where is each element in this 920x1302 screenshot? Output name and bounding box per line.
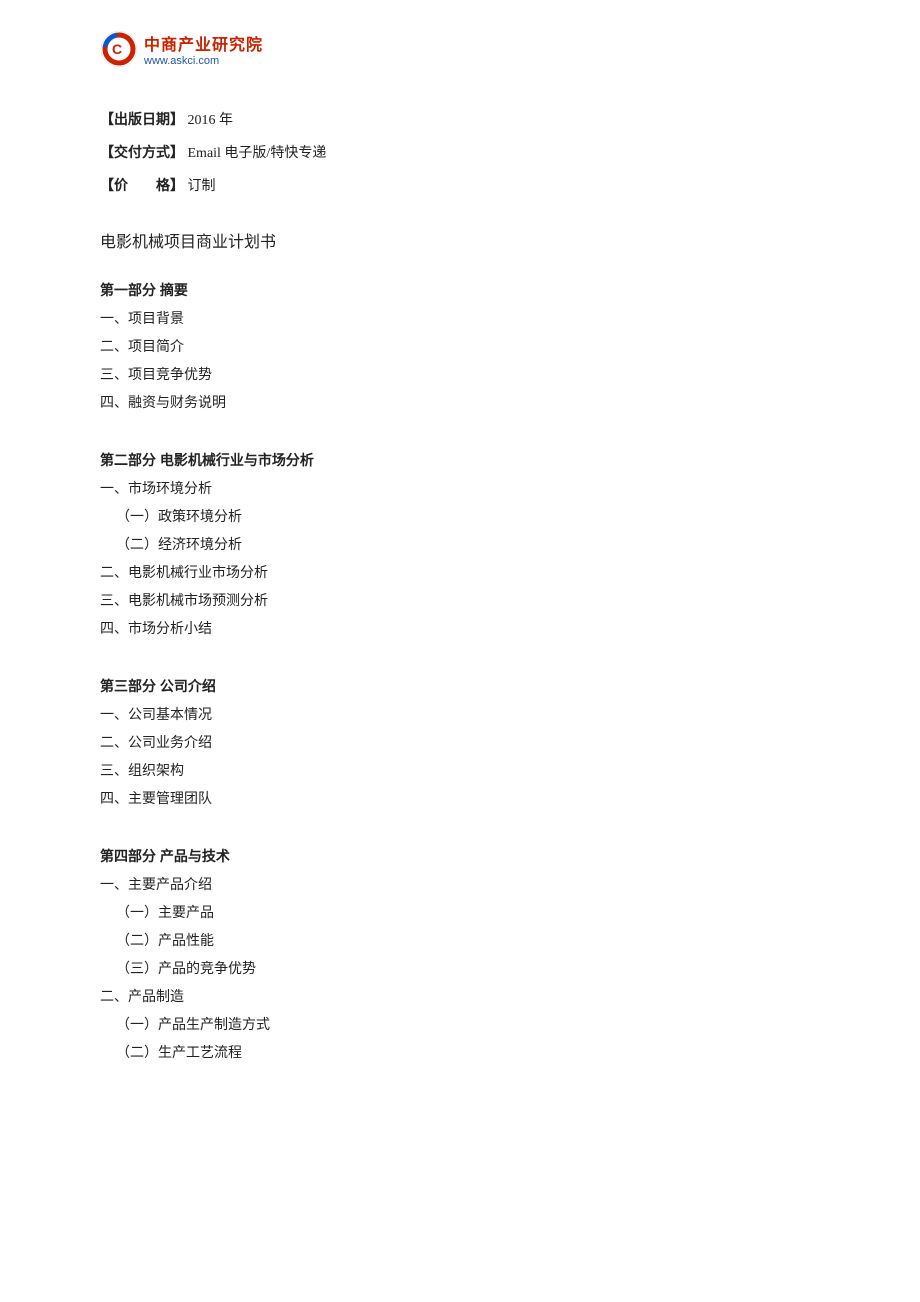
logo-icon: C xyxy=(100,30,138,68)
toc-item: 二、电影机械行业市场分析 xyxy=(100,560,820,588)
meta-label-date: 【出版日期】 xyxy=(100,113,184,128)
meta-row-price: 【价 格】 订制 xyxy=(100,174,820,199)
toc-item: 一、主要产品介绍 xyxy=(100,872,820,900)
toc-item: 三、电影机械市场预测分析 xyxy=(100,588,820,616)
toc-section-header: 第三部分 公司介绍 xyxy=(100,676,820,696)
toc-item: 四、融资与财务说明 xyxy=(100,390,820,418)
meta-row-delivery: 【交付方式】 Email 电子版/特快专递 xyxy=(100,141,820,166)
doc-title: 电影机械项目商业计划书 xyxy=(100,228,820,252)
toc-item-indent: （一）产品生产制造方式 xyxy=(116,1012,820,1040)
meta-label-price: 【价 格】 xyxy=(100,179,184,194)
toc-item: 三、项目竞争优势 xyxy=(100,362,820,390)
logo-url: www.askci.com xyxy=(144,55,263,67)
toc-item: 二、项目简介 xyxy=(100,334,820,362)
meta-value-delivery: Email 电子版/特快专递 xyxy=(188,146,327,161)
toc-item-indent: （一）政策环境分析 xyxy=(116,504,820,532)
toc-item: 一、市场环境分析 xyxy=(100,476,820,504)
toc-item: 四、主要管理团队 xyxy=(100,786,820,814)
toc-section-header: 第二部分 电影机械行业与市场分析 xyxy=(100,450,820,470)
toc-section-header: 第一部分 摘要 xyxy=(100,280,820,300)
meta-section: 【出版日期】 2016 年 【交付方式】 Email 电子版/特快专递 【价 格… xyxy=(100,108,820,200)
toc-item-indent: （三）产品的竞争优势 xyxy=(116,956,820,984)
toc-item-indent: （二）经济环境分析 xyxy=(116,532,820,560)
toc-item: 一、公司基本情况 xyxy=(100,702,820,730)
toc-item-indent: （二）生产工艺流程 xyxy=(116,1040,820,1068)
logo-text-block: 中商产业研究院 www.askci.com xyxy=(144,31,263,67)
svg-text:C: C xyxy=(112,41,122,57)
page-container: C 中商产业研究院 www.askci.com 【出版日期】 2016 年 【交… xyxy=(0,0,920,1302)
meta-label-delivery: 【交付方式】 xyxy=(100,146,184,161)
toc-item: 四、市场分析小结 xyxy=(100,616,820,644)
toc-item-indent: （一）主要产品 xyxy=(116,900,820,928)
logo-area: C 中商产业研究院 www.askci.com xyxy=(100,30,820,68)
toc-container: 第一部分 摘要一、项目背景二、项目简介三、项目竞争优势四、融资与财务说明第二部分… xyxy=(100,280,820,1068)
toc-item: 二、产品制造 xyxy=(100,984,820,1012)
toc-item: 一、项目背景 xyxy=(100,306,820,334)
meta-row-date: 【出版日期】 2016 年 xyxy=(100,108,820,133)
logo-title: 中商产业研究院 xyxy=(144,31,263,55)
toc-item: 二、公司业务介绍 xyxy=(100,730,820,758)
meta-value-date: 2016 年 xyxy=(188,113,234,128)
toc-item-indent: （二）产品性能 xyxy=(116,928,820,956)
meta-value-price: 订制 xyxy=(188,179,216,194)
toc-section-header: 第四部分 产品与技术 xyxy=(100,846,820,866)
toc-item: 三、组织架构 xyxy=(100,758,820,786)
